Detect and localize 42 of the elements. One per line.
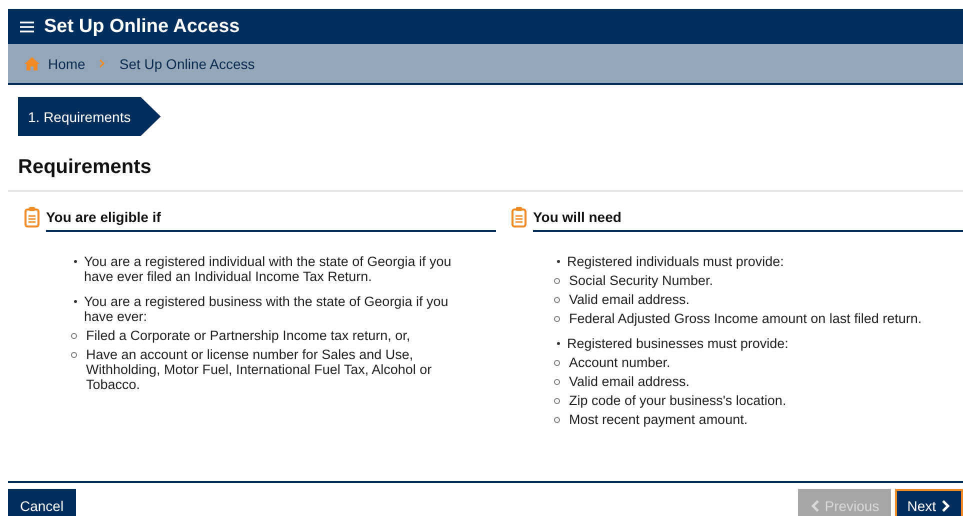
bullet-icon: [71, 333, 77, 339]
list-item-text: Filed a Corporate or Partnership Income tax return, or,: [86, 328, 410, 343]
bullet-icon: [554, 417, 560, 423]
list-item-text: You are a registered business with the state of Georgia if you have ever:: [84, 294, 450, 324]
chevron-right-icon: [99, 59, 106, 68]
bullet-icon: [71, 352, 77, 358]
chevron-left-icon: [810, 499, 821, 513]
list-item-text: Zip code of your business's location.: [569, 393, 786, 408]
list-item-text: Social Security Number.: [569, 273, 714, 288]
home-icon: [24, 56, 40, 71]
list-item-text: You are a registered individual with the state of Georgia if you have ever filed an Individual Income Tax Return.: [84, 254, 452, 284]
clipboard-icon: [511, 206, 527, 228]
bullet-icon: [554, 398, 560, 404]
clipboard-icon: [24, 206, 40, 228]
bullet-icon: [554, 360, 560, 366]
next-button[interactable]: Next: [895, 489, 963, 516]
list-item-text: Valid email address.: [569, 292, 690, 307]
chevron-right-icon: [940, 499, 951, 513]
panel-title: You will need: [533, 209, 963, 232]
list-item-text: Registered businesses must provide:: [567, 336, 788, 351]
step-tab[interactable]: 1. Requirements: [18, 97, 161, 136]
bullet-icon: [557, 342, 560, 345]
bullet-icon: [557, 260, 560, 263]
list-item-text: Registered individuals must provide:: [567, 254, 784, 269]
list-item-text: Federal Adjusted Gross Income amount on last filed return.: [569, 311, 922, 326]
bullet-icon: [554, 297, 560, 303]
section-heading: Requirements: [18, 156, 152, 179]
bullet-icon: [74, 260, 77, 263]
list-item-text: Valid email address.: [569, 374, 690, 389]
page-title: Set Up Online Access: [44, 16, 240, 38]
bullet-icon: [554, 316, 560, 322]
list-item-text: Have an account or license number for Sales and Use, Withholding, Motor Fuel, International Fuel Tax, Alcohol or Tobacco.: [86, 347, 433, 392]
list-item-text: Most recent payment amount.: [569, 412, 748, 427]
breadcrumb-link[interactable]: Home: [48, 56, 86, 72]
cancel-button[interactable]: Cancel: [8, 489, 76, 516]
bullet-icon: [554, 278, 560, 284]
panel-title: You are eligible if: [46, 209, 496, 232]
list-item-text: Account number.: [569, 355, 670, 370]
menu-icon[interactable]: [20, 20, 34, 32]
bullet-icon: [74, 300, 77, 303]
bullet-icon: [554, 379, 560, 385]
breadcrumb-link[interactable]: Set Up Online Access: [119, 56, 255, 72]
